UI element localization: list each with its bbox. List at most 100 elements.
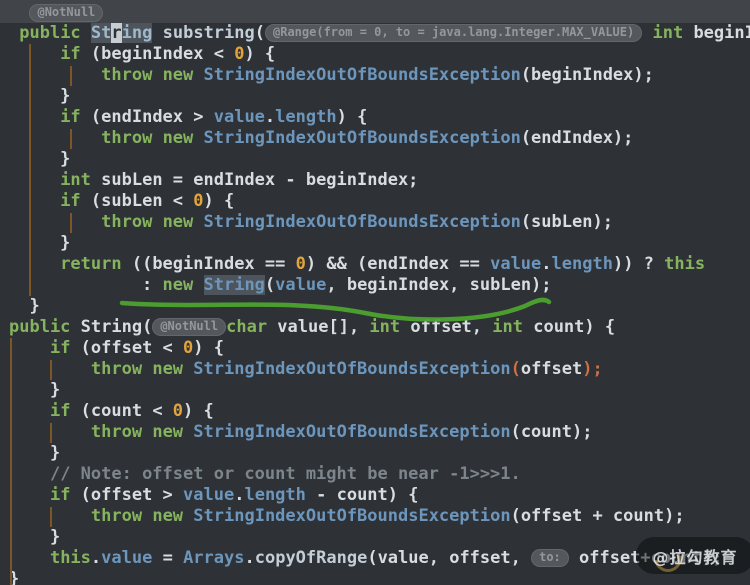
code-token: ); <box>582 359 602 379</box>
code-token: 0 <box>173 401 183 421</box>
code-token <box>9 401 50 421</box>
code-line[interactable]: // Note: offset or count might be near -… <box>9 464 750 485</box>
code-token: int <box>60 170 91 190</box>
code-line[interactable]: public String(@NotNullchar value[], int … <box>9 317 750 338</box>
code-token: value <box>183 485 234 505</box>
code-token: return <box>60 254 121 274</box>
code-line[interactable]: } <box>9 86 750 107</box>
inlay-hint-pill[interactable]: @Range(from = 0, to = java.lang.Integer.… <box>265 24 642 42</box>
code-token: ( <box>255 23 265 43</box>
code-token: ( <box>511 359 521 379</box>
code-token <box>9 170 60 190</box>
code-line[interactable]: if (count < 0) { <box>9 401 750 422</box>
code-line[interactable]: : new String(value, beginIndex, subLen); <box>9 275 750 296</box>
code-token: StringIndexOutOfBoundsException <box>193 359 510 379</box>
inlay-hint-pill[interactable]: to: <box>531 549 569 567</box>
code-token: new <box>163 212 194 232</box>
code-token <box>183 506 193 526</box>
code-token <box>152 128 162 148</box>
code-token: } <box>9 233 70 253</box>
code-token: length <box>552 254 613 274</box>
code-token: (offset < <box>70 338 183 358</box>
code-token: throw <box>101 65 152 85</box>
code-token <box>193 65 203 85</box>
code-token <box>9 212 101 232</box>
code-token: 0 <box>234 44 244 64</box>
code-token <box>9 191 60 211</box>
code-token <box>81 23 91 43</box>
code-token: this <box>50 548 91 568</box>
code-token <box>9 254 60 274</box>
code-token: ) { <box>244 44 275 64</box>
code-line[interactable]: public String substring(@Range(from = 0,… <box>9 23 750 44</box>
code-token: if <box>60 107 80 127</box>
indent-guide-line <box>70 213 72 233</box>
indent-guide-line <box>50 507 52 527</box>
code-line[interactable]: if (offset < 0) { <box>9 338 750 359</box>
code-line[interactable]: return ((beginIndex == 0) && (endIndex =… <box>9 254 750 275</box>
inlay-hint-pill[interactable]: @NotNull <box>29 4 103 22</box>
code-line[interactable]: if (endIndex > value.length) { <box>9 107 750 128</box>
code-line[interactable]: } <box>9 569 750 585</box>
code-token: (endIndex); <box>521 128 634 148</box>
code-token: (offset > <box>70 485 183 505</box>
code-line[interactable]: if (subLen < 0) { <box>9 191 750 212</box>
code-token <box>152 65 162 85</box>
code-line[interactable]: throw new StringIndexOutOfBoundsExceptio… <box>9 128 750 149</box>
code-line[interactable]: } <box>9 149 750 170</box>
code-token: public <box>19 23 80 43</box>
watermark-text: @拉勾教育 <box>652 544 737 568</box>
code-line[interactable]: throw new StringIndexOutOfBoundsExceptio… <box>9 506 750 527</box>
code-line[interactable]: } <box>9 296 750 317</box>
code-token: 0 <box>193 191 203 211</box>
code-line[interactable]: throw new StringIndexOutOfBoundsExceptio… <box>9 212 750 233</box>
code-line[interactable]: int subLen = endIndex - beginIndex; <box>9 170 750 191</box>
inlay-hint-pill[interactable]: @NotNull <box>152 318 226 336</box>
code-token <box>642 23 652 43</box>
code-token <box>183 359 193 379</box>
code-token: } <box>9 527 60 547</box>
code-line[interactable]: if (beginIndex < 0) { <box>9 44 750 65</box>
code-editor-area[interactable]: @NotNull public String substring(@Range(… <box>9 0 750 585</box>
code-line[interactable]: throw new StringIndexOutOfBoundsExceptio… <box>9 359 750 380</box>
indent-guide-line <box>50 423 52 443</box>
code-token: (subLen < <box>81 191 194 211</box>
code-token: ) { <box>204 191 235 211</box>
code-token: throw <box>101 128 152 148</box>
code-token: StringIndexOutOfBoundsException <box>204 212 521 232</box>
code-token: )) ? <box>613 254 664 274</box>
code-token: if <box>50 401 70 421</box>
code-token: int <box>369 317 400 337</box>
indent-guide-line <box>70 66 72 86</box>
code-token: new <box>152 422 183 442</box>
code-line[interactable]: } <box>9 443 750 464</box>
code-token: if <box>50 338 70 358</box>
code-token: throw <box>101 212 152 232</box>
code-token: String( <box>70 317 152 337</box>
code-line[interactable]: } <box>9 233 750 254</box>
code-token: offset <box>521 359 582 379</box>
code-token: = <box>152 548 183 568</box>
code-token: ( <box>265 275 275 295</box>
code-line[interactable]: throw new StringIndexOutOfBoundsExceptio… <box>9 65 750 86</box>
code-token: ) { <box>183 401 214 421</box>
code-token: ing <box>122 23 153 43</box>
code-token <box>9 23 19 43</box>
code-token: new <box>152 506 183 526</box>
code-line[interactable]: } <box>9 380 750 401</box>
code-token: count) { <box>523 317 615 337</box>
code-token: new <box>152 359 183 379</box>
code-token: (count < <box>70 401 172 421</box>
code-token: StringIndexOutOfBoundsException <box>193 422 510 442</box>
code-token: . <box>244 548 254 568</box>
code-token: StringIndexOutOfBoundsException <box>204 128 521 148</box>
code-token: String <box>204 275 265 295</box>
code-line[interactable]: if (offset > value.length - count) { <box>9 485 750 506</box>
code-token: - count) { <box>306 485 419 505</box>
code-token: ((beginIndex == <box>122 254 296 274</box>
code-line[interactable]: @NotNull <box>9 0 750 23</box>
code-token: 0 <box>183 338 193 358</box>
code-token: beginIndex <box>683 23 750 43</box>
indent-guide-line <box>10 338 12 585</box>
code-line[interactable]: throw new StringIndexOutOfBoundsExceptio… <box>9 422 750 443</box>
